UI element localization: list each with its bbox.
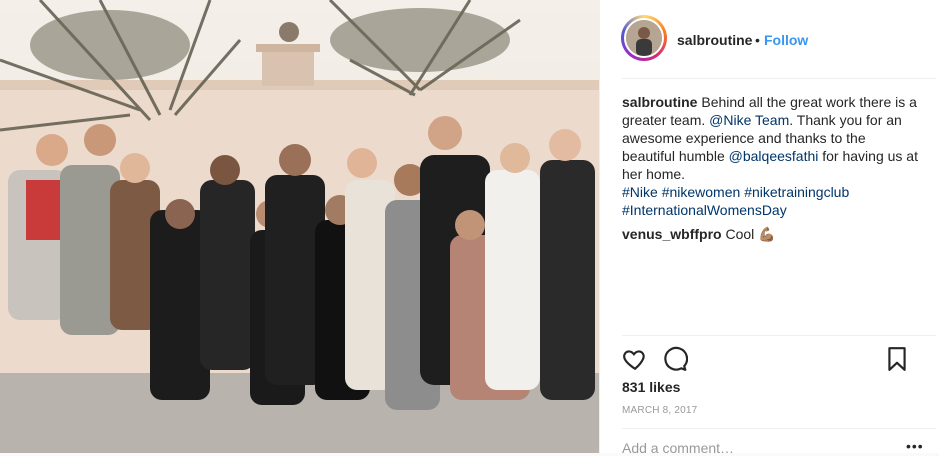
mention-balqeesfathi[interactable]: @balqeesfathi (729, 148, 819, 164)
hashtag-nike[interactable]: #Nike (622, 184, 658, 200)
post-photo[interactable] (0, 0, 599, 453)
likes-count[interactable]: 831 likes (622, 379, 680, 395)
post-caption: salbroutine Behind all the great work th… (622, 93, 922, 219)
separator-dot: • (755, 32, 760, 48)
header-username[interactable]: salbroutine (677, 32, 752, 48)
post-date[interactable]: MARCH 8, 2017 (622, 405, 697, 416)
mention-nike-team[interactable]: @Nike Team (709, 112, 789, 128)
comment-username[interactable]: venus_wbffpro (622, 226, 722, 242)
comment: venus_wbffpro Cool 💪🏽 (622, 225, 776, 243)
add-comment-input[interactable]: Add a comment… (622, 440, 734, 456)
hashtag-nikewomen[interactable]: #nikewomen (662, 184, 741, 200)
instagram-post: salbroutine • Follow salbroutine Behind … (0, 0, 939, 456)
post-header: salbroutine • Follow (600, 0, 939, 79)
heart-icon[interactable] (622, 346, 648, 372)
comment-text: Cool (725, 226, 755, 242)
flexed-biceps-emoji: 💪🏽 (758, 226, 776, 242)
action-bar (622, 346, 922, 372)
group-photo-illustration (0, 0, 599, 453)
avatar[interactable] (624, 18, 664, 58)
comment-icon[interactable] (662, 346, 688, 372)
avatar-image (626, 20, 662, 56)
follow-button[interactable]: Follow (764, 32, 808, 48)
actions-divider (622, 335, 936, 336)
comment-divider (622, 428, 936, 429)
bookmark-icon[interactable] (886, 346, 908, 372)
header-divider (622, 78, 936, 79)
hashtag-niketrainingclub[interactable]: #niketrainingclub (744, 184, 849, 200)
caption-username[interactable]: salbroutine (622, 94, 697, 110)
post-sidebar: salbroutine • Follow salbroutine Behind … (599, 0, 939, 456)
hashtag-internationalwomensday[interactable]: #InternationalWomensDay (622, 202, 787, 218)
more-options-icon[interactable]: ••• (906, 438, 924, 454)
